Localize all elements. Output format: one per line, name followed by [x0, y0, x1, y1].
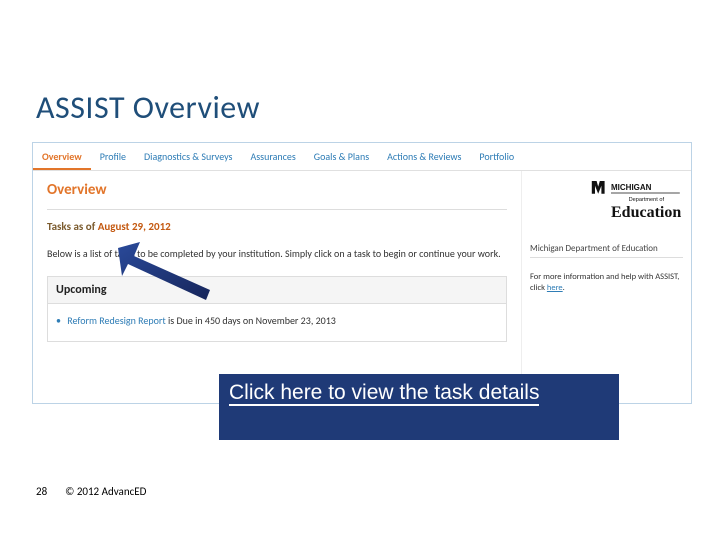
tasks-prefix: Tasks as of	[47, 220, 98, 233]
copyright: © 2012 AdvancED	[65, 485, 146, 498]
tab-profile[interactable]: Profile	[91, 144, 135, 170]
tab-portfolio[interactable]: Portfolio	[470, 144, 523, 170]
task-link[interactable]: Reform Redesign Report	[67, 314, 165, 327]
tasks-as-of: Tasks as of August 29, 2012	[47, 220, 507, 233]
slide-footer: 28 © 2012 AdvancED	[36, 485, 146, 498]
divider	[47, 209, 507, 210]
upcoming-heading: Upcoming	[48, 277, 506, 304]
tasks-date: August 29, 2012	[98, 220, 171, 233]
mde-logo: MICHIGAN Department of Education	[530, 177, 683, 239]
sidebar-help: For more information and help with ASSIS…	[530, 272, 683, 294]
bullet-icon: •	[56, 314, 61, 327]
sidebar-divider	[530, 257, 683, 258]
page-number: 28	[36, 485, 47, 498]
intro-text: Below is a list of tasks to be completed…	[47, 247, 507, 260]
upcoming-task-row: • Reform Redesign Report is Due in 450 d…	[48, 304, 506, 341]
tab-actions[interactable]: Actions & Reviews	[378, 144, 470, 170]
upcoming-panel: Upcoming • Reform Redesign Report is Due…	[47, 276, 507, 342]
main-content: Overview Tasks as of August 29, 2012 Bel…	[33, 171, 521, 403]
app-screenshot: Overview Profile Diagnostics & Surveys A…	[32, 142, 692, 404]
help-link[interactable]: here	[547, 283, 563, 293]
callout-text: Click here to view the task details	[229, 381, 539, 406]
tab-diagnostics[interactable]: Diagnostics & Surveys	[135, 144, 241, 170]
sidebar-caption: Michigan Department of Education	[530, 243, 683, 255]
sidebar: MICHIGAN Department of Education Michiga…	[521, 171, 691, 403]
task-due-text: is Due in 450 days on November 23, 2013	[166, 314, 336, 327]
section-heading: Overview	[47, 181, 507, 199]
callout-box: Click here to view the task details	[219, 374, 619, 440]
tab-goals[interactable]: Goals & Plans	[305, 144, 378, 170]
logo-text-main: Education	[611, 204, 681, 221]
tab-bar: Overview Profile Diagnostics & Surveys A…	[33, 143, 691, 171]
logo-text-sub: Department of	[629, 197, 665, 203]
tab-overview[interactable]: Overview	[33, 144, 91, 170]
logo-text-top: MICHIGAN	[611, 183, 652, 192]
slide-title: ASSIST Overview	[36, 88, 260, 127]
tab-assurances[interactable]: Assurances	[241, 144, 304, 170]
